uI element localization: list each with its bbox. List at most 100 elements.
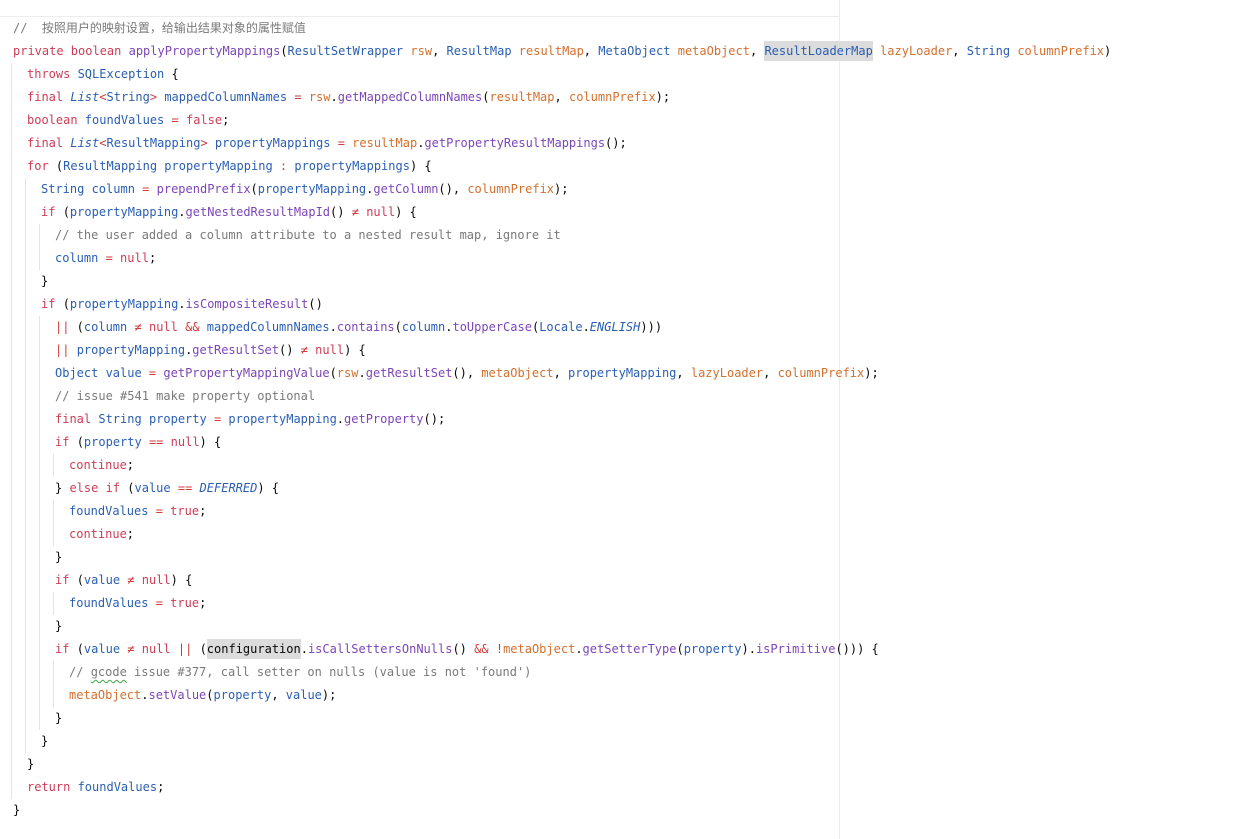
code-line[interactable]: final String property = propertyMapping.… bbox=[55, 408, 445, 431]
code-token: > bbox=[200, 136, 215, 150]
code-line[interactable]: // gcode issue #377, call setter on null… bbox=[69, 661, 531, 684]
code-line[interactable]: if (propertyMapping.getNestedResultMapId… bbox=[41, 201, 417, 224]
code-token: == bbox=[148, 435, 164, 449]
code-token: || bbox=[55, 320, 70, 334]
code-line[interactable]: final List<ResultMapping> propertyMappin… bbox=[27, 132, 627, 155]
code-line[interactable]: return foundValues; bbox=[27, 776, 164, 799]
code-token: || bbox=[55, 343, 70, 357]
code-token: // bbox=[69, 665, 91, 679]
code-token: == bbox=[177, 481, 193, 495]
code-line[interactable]: throws SQLException { bbox=[27, 63, 179, 86]
code-token: Object bbox=[55, 366, 106, 380]
code-line[interactable]: foundValues = true; bbox=[69, 592, 206, 615]
code-token: foundValues bbox=[69, 504, 149, 518]
code-token: getResultSet bbox=[192, 343, 279, 357]
code-token: ) { bbox=[409, 159, 432, 173]
code-token: , bbox=[553, 366, 569, 380]
code-line[interactable]: } bbox=[41, 270, 48, 293]
code-token: } bbox=[55, 619, 63, 633]
code-line[interactable]: if (propertyMapping.isCompositeResult() bbox=[41, 293, 323, 316]
code-token: column bbox=[55, 251, 99, 265]
code-editor[interactable]: // 按照用户的映射设置，给输出结果对象的属性赋值 private boolean… bbox=[0, 0, 1234, 839]
code-token: MetaObject bbox=[598, 44, 678, 58]
code-line[interactable]: } else if (value == DEFERRED) { bbox=[55, 477, 279, 500]
code-token: . bbox=[178, 297, 186, 311]
code-token: throws bbox=[27, 67, 78, 81]
code-token: , bbox=[432, 44, 447, 58]
code-line[interactable]: } bbox=[55, 546, 62, 569]
code-line[interactable]: foundValues = true; bbox=[69, 500, 206, 523]
code-line[interactable]: continue; bbox=[69, 454, 134, 477]
code-token: lazyLoader bbox=[880, 44, 953, 58]
code-token: . bbox=[336, 412, 345, 426]
code-token: ; bbox=[222, 113, 230, 127]
code-line[interactable]: // issue #541 make property optional bbox=[55, 385, 315, 408]
code-token: = bbox=[330, 136, 353, 150]
code-line[interactable]: } bbox=[55, 707, 62, 730]
code-token: () bbox=[308, 297, 323, 311]
code-line[interactable]: } bbox=[27, 753, 34, 776]
code-line[interactable]: if (property == null) { bbox=[55, 431, 221, 454]
code-token: ); bbox=[554, 182, 569, 196]
code-token: = bbox=[141, 366, 164, 380]
code-token: final bbox=[27, 90, 71, 104]
code-token: ) { bbox=[170, 573, 193, 587]
code-token: boolean bbox=[27, 113, 85, 127]
code-token: = bbox=[134, 182, 157, 196]
code-line[interactable]: column = null; bbox=[55, 247, 156, 270]
code-token: ) { bbox=[257, 481, 280, 495]
code-token: ResultLoaderMap bbox=[764, 41, 873, 61]
code-line[interactable]: boolean foundValues = false; bbox=[27, 109, 229, 132]
code-line[interactable]: final List<String> mappedColumnNames = r… bbox=[27, 86, 670, 109]
code-token: ( bbox=[192, 642, 207, 656]
code-line[interactable]: } bbox=[13, 799, 20, 822]
code-line[interactable]: || (column ≠ null && mappedColumnNames.c… bbox=[55, 316, 662, 339]
code-line[interactable]: metaObject.setValue(property, value); bbox=[69, 684, 336, 707]
code-token: . bbox=[330, 90, 338, 104]
code-token: // the user added a column attribute to … bbox=[55, 228, 561, 242]
code-token: property bbox=[213, 688, 272, 702]
code-token: ! bbox=[495, 642, 504, 656]
code-token: foundValues bbox=[69, 596, 149, 610]
code-line[interactable]: // 按照用户的映射设置，给输出结果对象的属性赋值 bbox=[13, 17, 306, 40]
code-line[interactable]: continue; bbox=[69, 523, 134, 546]
code-token: . bbox=[300, 642, 308, 656]
code-line[interactable]: if (value ≠ null) { bbox=[55, 569, 192, 592]
code-token: , bbox=[554, 90, 569, 104]
code-token: value bbox=[83, 642, 121, 656]
code-token: ( bbox=[280, 44, 288, 58]
code-token: Locale bbox=[539, 320, 583, 334]
code-token: (), bbox=[438, 182, 468, 196]
code-token: rsw bbox=[308, 90, 331, 104]
indent-guide bbox=[39, 224, 40, 270]
code-line[interactable]: if (value ≠ null || (configuration.isCal… bbox=[55, 638, 879, 661]
code-token: (), bbox=[452, 366, 482, 380]
code-token: null bbox=[170, 435, 200, 449]
code-token: applyPropertyMappings bbox=[128, 44, 281, 58]
code-token: private bbox=[13, 44, 71, 58]
code-token: } bbox=[41, 734, 49, 748]
code-line[interactable]: || propertyMapping.getResultSet() ≠ null… bbox=[55, 339, 366, 362]
code-line[interactable]: for (ResultMapping propertyMapping : pro… bbox=[27, 155, 432, 178]
indent-guide bbox=[11, 63, 12, 799]
code-token: if bbox=[55, 573, 77, 587]
code-line[interactable]: String column = prependPrefix(propertyMa… bbox=[41, 178, 568, 201]
code-token: < bbox=[99, 90, 107, 104]
indent-guide bbox=[53, 592, 54, 615]
code-token: , bbox=[952, 44, 967, 58]
code-token: property bbox=[148, 412, 207, 426]
code-token: prependPrefix bbox=[156, 182, 251, 196]
code-line[interactable]: } bbox=[41, 730, 48, 753]
code-line[interactable]: // the user added a column attribute to … bbox=[55, 224, 561, 247]
code-line[interactable]: private boolean applyPropertyMappings(Re… bbox=[13, 40, 1111, 63]
code-line[interactable]: Object value = getPropertyMappingValue(r… bbox=[55, 362, 879, 385]
right-margin-guide bbox=[839, 0, 840, 839]
code-token: ; bbox=[199, 504, 207, 518]
code-token: = bbox=[287, 90, 309, 104]
code-token: getColumn bbox=[373, 182, 439, 196]
code-token: gcode bbox=[90, 665, 127, 679]
code-token: ENGLISH bbox=[589, 320, 641, 334]
code-line[interactable]: } bbox=[55, 615, 62, 638]
